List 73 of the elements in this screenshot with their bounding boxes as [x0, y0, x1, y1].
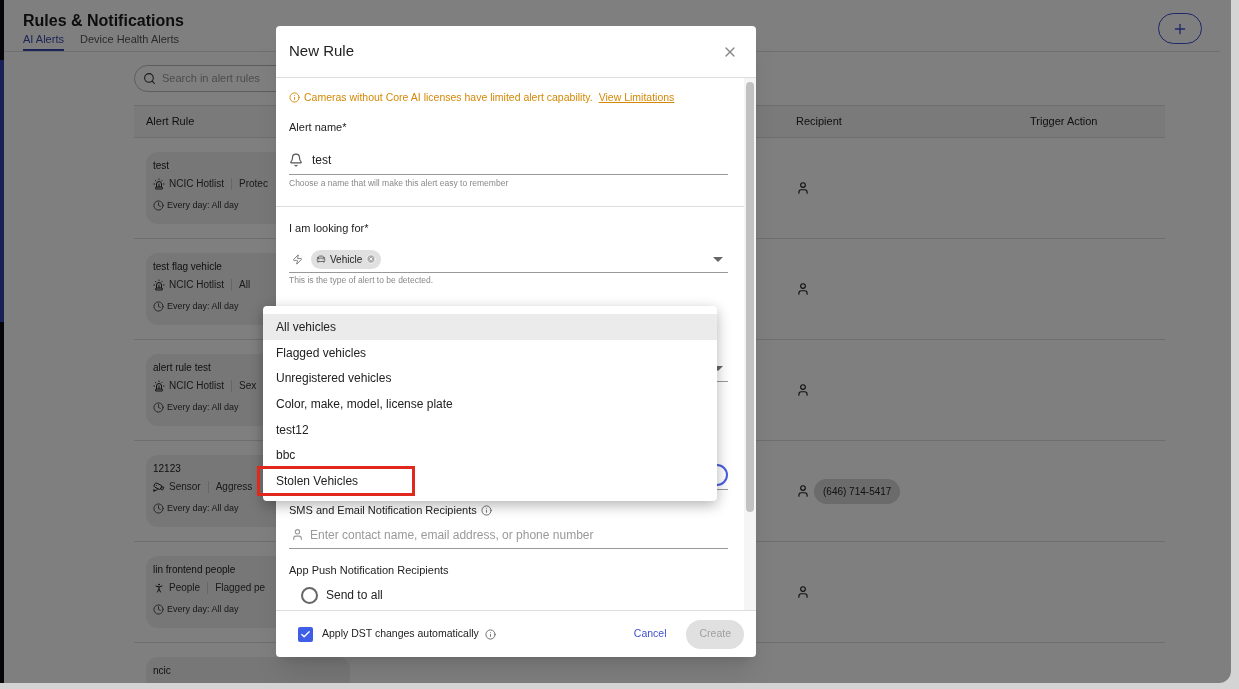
rule-schedule: Every day: All day — [167, 300, 239, 313]
rule-detail: Sex — [239, 379, 257, 393]
rule-name: test flag vehicle — [153, 260, 222, 274]
car-icon — [316, 254, 326, 264]
clock-icon — [153, 503, 164, 515]
lightning-icon — [292, 253, 303, 265]
field-label: Alert name* — [289, 119, 347, 135]
menu-item[interactable]: All vehicles — [263, 314, 717, 340]
rule-category: Sensor — [169, 480, 201, 494]
rule-schedule: Every day: All day — [167, 199, 239, 212]
rule-name: ncic — [153, 664, 171, 678]
menu-item[interactable]: Color, make, model, license plate — [263, 391, 717, 417]
siren-icon — [153, 379, 165, 392]
clock-icon — [153, 604, 164, 616]
rule-name: alert rule test — [153, 361, 211, 375]
recipient-chip: (646) 714-5417 — [814, 478, 901, 504]
column-header: Recipient — [795, 114, 843, 130]
caret-icon — [713, 256, 723, 262]
siren-icon — [153, 278, 165, 291]
person-icon — [796, 181, 810, 195]
camera-icon — [153, 480, 165, 493]
rule-schedule: Every day: All day — [167, 603, 239, 616]
person-icon — [796, 484, 810, 498]
menu-item[interactable]: bbc — [263, 442, 717, 469]
rule-detail: Flagged pe — [215, 581, 266, 595]
cancel-button[interactable]: Cancel — [627, 619, 673, 649]
menu-item[interactable]: Stolen Vehicles — [263, 468, 717, 494]
license-notice: Cameras without Core AI licenses have limited alert capability. — [304, 89, 593, 105]
menu-item[interactable]: Flagged vehicles — [263, 339, 717, 366]
check-icon — [300, 628, 311, 640]
info-icon — [484, 628, 496, 640]
info-icon — [289, 92, 300, 103]
rule-category: People — [169, 581, 201, 595]
clock-icon — [153, 402, 164, 414]
alert-type-select[interactable]: Vehicle — [289, 246, 728, 273]
clock-icon — [153, 301, 164, 313]
person-icon — [291, 528, 304, 541]
rule-detail: Aggress — [215, 480, 253, 494]
person-icon — [796, 282, 810, 296]
alert-name-field[interactable]: test — [289, 146, 728, 175]
rule-category: NCIC Hotlist — [169, 177, 224, 191]
rule-card[interactable]: ncic — [146, 657, 350, 683]
rule-category: NCIC Hotlist — [169, 379, 224, 393]
walking-person-icon — [153, 581, 165, 594]
search-icon — [143, 72, 156, 85]
rule-name: lin frontend people — [153, 563, 236, 577]
tab[interactable]: AI Alerts — [23, 30, 64, 51]
person-icon — [796, 383, 810, 397]
rule-category: NCIC Hotlist — [169, 278, 224, 292]
vehicle-chip[interactable]: Vehicle — [311, 249, 382, 269]
tab[interactable]: Device Health Alerts — [79, 30, 179, 51]
bell-icon — [289, 153, 303, 167]
person-icon — [796, 585, 810, 599]
scrollbar[interactable] — [744, 78, 756, 610]
rule-name: 12123 — [153, 462, 181, 476]
rule-schedule: Every day: All day — [167, 401, 239, 414]
page-title: Rules & Notifications — [23, 11, 184, 31]
rule-detail: All — [239, 278, 251, 292]
rule-schedule: Every day: All day — [167, 502, 239, 515]
dialog-title: New Rule — [289, 41, 355, 62]
menu-item[interactable]: test12 — [263, 416, 717, 443]
checkbox[interactable] — [298, 626, 313, 642]
column-header: Trigger Action — [1029, 114, 1099, 130]
rule-detail: Protec — [239, 177, 268, 191]
remove-icon — [366, 254, 377, 264]
radio-button[interactable] — [301, 586, 318, 604]
siren-icon — [153, 177, 165, 190]
column-header: Alert Rule — [145, 114, 196, 130]
menu-item[interactable]: Unregistered vehicles — [263, 365, 717, 392]
clock-icon — [153, 200, 164, 212]
checkbox-label: Apply DST changes automatically — [322, 626, 479, 642]
rule-name: test — [153, 159, 170, 173]
info-icon — [480, 504, 492, 516]
